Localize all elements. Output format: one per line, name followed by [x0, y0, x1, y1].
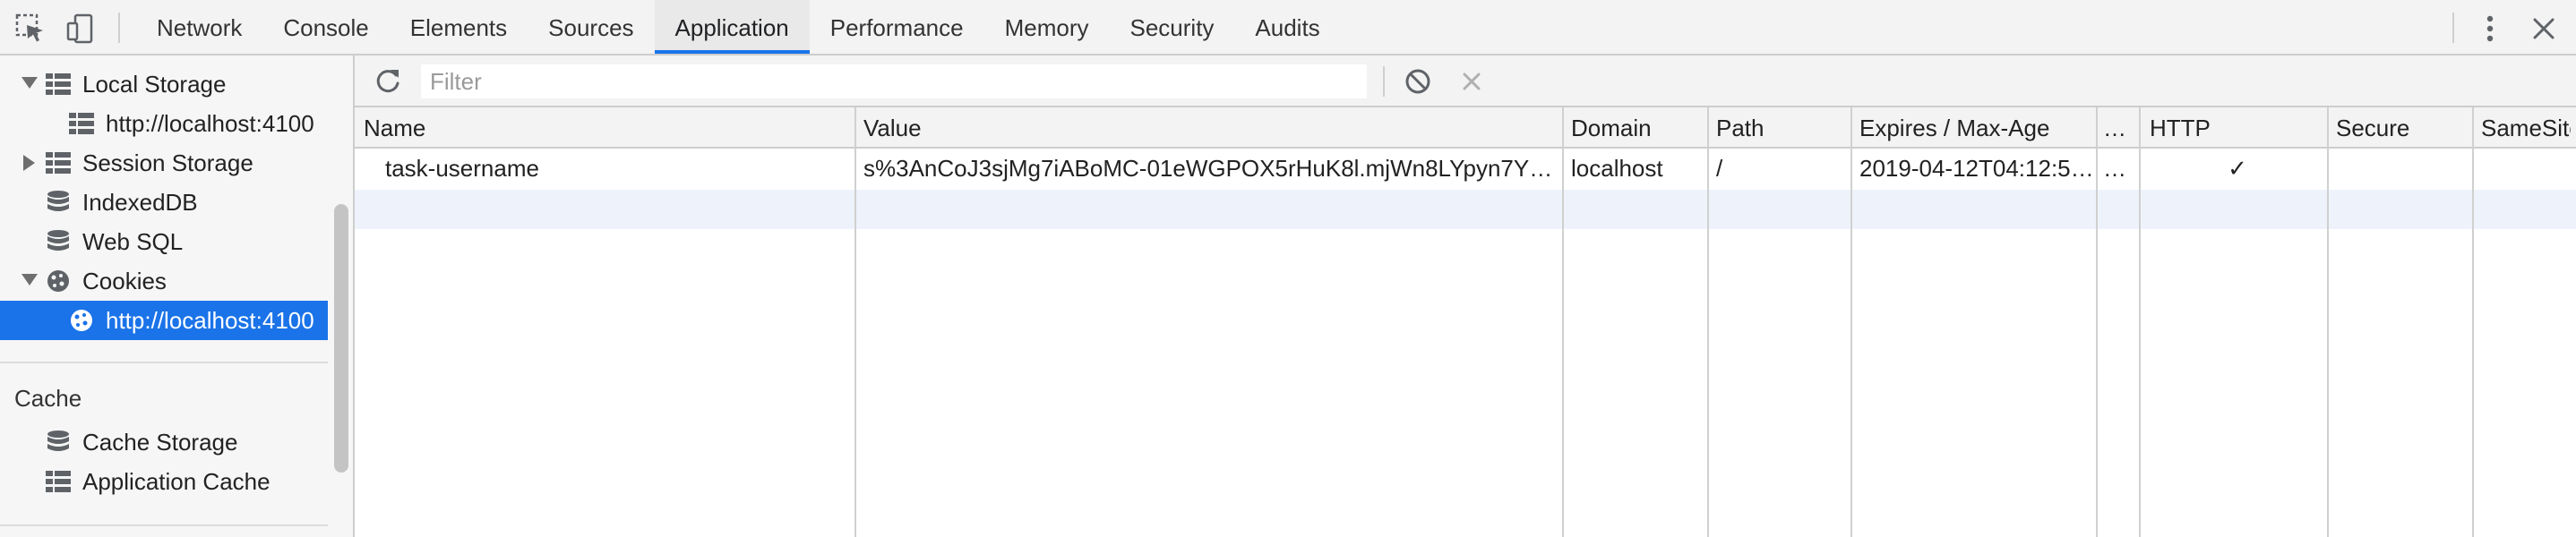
- cookie-icon: [71, 310, 92, 331]
- grid-icon: [46, 471, 71, 492]
- database-icon: [47, 430, 69, 451]
- sidebar-item-cookies-origin[interactable]: http://localhost:4100: [0, 301, 328, 340]
- sidebar-divider: [0, 524, 328, 526]
- collapse-arrow-icon[interactable]: [23, 155, 35, 171]
- column-divider[interactable]: [2472, 107, 2474, 537]
- cookie-icon: [47, 270, 69, 292]
- filter-input[interactable]: [421, 64, 1367, 98]
- expand-arrow-icon[interactable]: [21, 274, 38, 286]
- sidebar-item-label: IndexedDB: [82, 189, 198, 216]
- cache-section-title: Cache: [14, 385, 82, 412]
- column-header-expires[interactable]: Expires / Max-Age: [1859, 107, 2092, 147]
- column-header-domain[interactable]: Domain: [1571, 107, 1705, 147]
- cell-name: task-username: [385, 155, 539, 182]
- expand-arrow-icon[interactable]: [21, 77, 38, 89]
- sidebar-item-label: Cookies: [82, 268, 167, 294]
- sidebar-item-label: Local Storage: [82, 71, 227, 98]
- database-icon: [47, 230, 69, 251]
- sidebar-item-label: Web SQL: [82, 228, 184, 255]
- column-divider[interactable]: [854, 107, 856, 537]
- sidebar-item-label: http://localhost:4100: [106, 307, 314, 334]
- cookies-table: Name Value Domain Path Expires / Max-Age…: [355, 107, 2576, 537]
- tab-console[interactable]: Console: [262, 0, 389, 54]
- column-divider[interactable]: [2139, 107, 2141, 537]
- sidebar-item-label: Cache Storage: [82, 429, 238, 456]
- tab-sources[interactable]: Sources: [528, 0, 654, 54]
- column-divider[interactable]: [2327, 107, 2329, 537]
- sidebar-item-label: Session Storage: [82, 149, 253, 176]
- cell-expires: 2019-04-12T04:12:52.000Z: [1859, 155, 2094, 182]
- filter-separator: [1383, 66, 1385, 97]
- column-divider[interactable]: [2096, 107, 2098, 537]
- sidebar-divider: [0, 362, 328, 363]
- grid-icon: [46, 73, 71, 95]
- column-divider[interactable]: [1562, 107, 1564, 537]
- column-header-samesite[interactable]: SameSite: [2481, 107, 2571, 147]
- sidebar-item-session-storage[interactable]: Session Storage: [0, 143, 328, 183]
- column-header-secure[interactable]: Secure: [2336, 107, 2470, 147]
- column-divider[interactable]: [1707, 107, 1709, 537]
- table-row-empty: [355, 190, 2576, 229]
- sidebar-item-label: Application Cache: [82, 468, 270, 495]
- close-devtools-icon[interactable]: [2528, 13, 2560, 45]
- inspect-element-icon[interactable]: [14, 13, 47, 45]
- column-header-value[interactable]: Value: [863, 107, 1553, 147]
- sidebar-scrollbar-thumb[interactable]: [334, 204, 348, 473]
- column-header-http[interactable]: HTTP: [2150, 107, 2320, 147]
- table-header: Name Value Domain Path Expires / Max-Age…: [355, 107, 2576, 149]
- cell-size: …: [2103, 155, 2126, 182]
- sidebar-item-application-cache[interactable]: Application Cache: [0, 462, 328, 501]
- delete-selected-icon[interactable]: [1456, 66, 1487, 97]
- grid-icon: [46, 152, 71, 174]
- tab-memory[interactable]: Memory: [984, 0, 1110, 54]
- panel-tabs: Network Console Elements Sources Applica…: [136, 0, 1341, 55]
- column-divider[interactable]: [1850, 107, 1852, 537]
- tab-application[interactable]: Application: [654, 0, 810, 54]
- cell-domain: localhost: [1571, 155, 1663, 182]
- sidebar-item-cookies[interactable]: Cookies: [0, 261, 328, 301]
- tab-security[interactable]: Security: [1110, 0, 1235, 54]
- clear-all-cookies-icon[interactable]: [1403, 66, 1433, 97]
- devtools-toolbar: Network Console Elements Sources Applica…: [0, 0, 2576, 55]
- cell-samesite: [2481, 149, 2571, 188]
- sidebar-item-local-storage-origin[interactable]: http://localhost:4100: [0, 104, 328, 143]
- cell-value: s%3AnCoJ3sjMg7iABoMC-01eWGPOX5rHuK8l.mjW…: [863, 155, 1557, 182]
- column-header-size[interactable]: …: [2103, 107, 2134, 147]
- sidebar-item-local-storage[interactable]: Local Storage: [0, 64, 328, 104]
- sidebar-item-web-sql[interactable]: Web SQL: [0, 222, 328, 261]
- database-icon: [47, 191, 69, 211]
- refresh-icon[interactable]: [373, 66, 403, 97]
- grid-icon: [69, 113, 94, 134]
- sidebar-item-label: http://localhost:4100: [106, 110, 314, 137]
- application-sidebar: Local Storage http://localhost:4100 Sess…: [0, 55, 355, 537]
- cell-path: /: [1716, 155, 1723, 182]
- cell-secure: [2336, 149, 2470, 188]
- toolbar-separator: [118, 13, 120, 43]
- more-options-icon[interactable]: [2474, 13, 2506, 45]
- column-header-name[interactable]: Name: [364, 107, 847, 147]
- sidebar-item-cache-storage[interactable]: Cache Storage: [0, 422, 328, 462]
- toolbar-separator: [2452, 13, 2454, 43]
- tab-audits[interactable]: Audits: [1234, 0, 1340, 54]
- tab-performance[interactable]: Performance: [810, 0, 984, 54]
- cookies-filter-bar: [355, 55, 2576, 107]
- tab-network[interactable]: Network: [136, 0, 262, 54]
- column-header-path[interactable]: Path: [1716, 107, 1850, 147]
- cell-http: ✓: [2228, 155, 2247, 182]
- sidebar-item-indexeddb[interactable]: IndexedDB: [0, 183, 328, 222]
- tab-elements[interactable]: Elements: [390, 0, 528, 54]
- device-toolbar-icon[interactable]: [64, 13, 97, 45]
